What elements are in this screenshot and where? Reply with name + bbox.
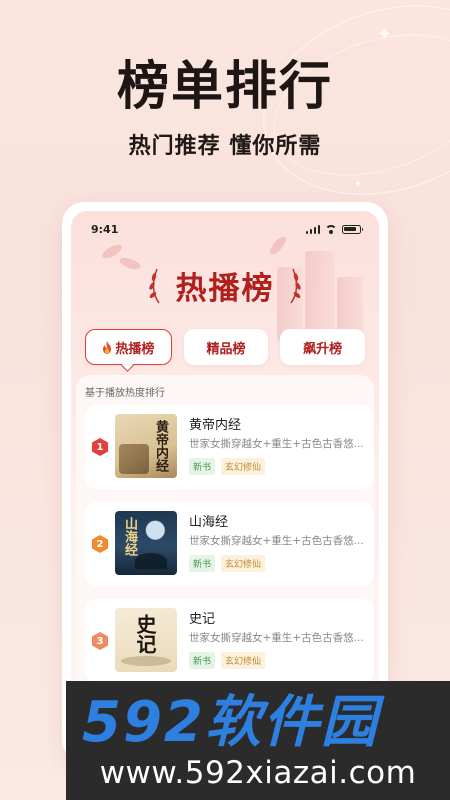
tag-genre: 玄幻修仙 [221, 458, 266, 475]
rank-badge: 3 [92, 632, 108, 650]
watermark-url: www.592xiazai.com [99, 755, 417, 791]
tag-new: 新书 [189, 652, 216, 669]
book-description: 世家女撕穿越女+重生+古色古香悠... [189, 535, 364, 547]
watermark-logo: 592软件园 [82, 693, 385, 749]
rank-badge: 1 [92, 438, 108, 456]
phone-mockup: 9:41 热播榜 热播榜 精品榜 飙升榜 基于播放热度排行 1 黄帝内经 黄帝内… [62, 202, 388, 762]
cover-title: 黄帝内经 [153, 420, 168, 472]
phone-screen: 9:41 热播榜 热播榜 精品榜 飙升榜 基于播放热度排行 1 黄帝内经 黄帝内… [71, 211, 379, 762]
book-cover[interactable]: 史记 [115, 608, 177, 672]
laurel-right-icon [290, 268, 301, 304]
tab-hot[interactable]: 热播榜 [85, 329, 172, 365]
tab-label: 飙升榜 [303, 341, 343, 357]
flame-icon [103, 340, 112, 354]
book-description: 世家女撕穿越女+重生+古色古香悠... [189, 438, 364, 450]
book-cover[interactable]: 黄帝内经 [115, 414, 177, 478]
battery-icon [342, 225, 363, 234]
hero-subtitle: 热门推荐 懂你所需 [128, 134, 322, 159]
banner-title: 热播榜 [175, 271, 275, 307]
status-bar: 9:41 [91, 223, 363, 239]
sparkle-icon: ✦ [376, 24, 392, 45]
status-time: 9:41 [91, 223, 119, 236]
tab-rising[interactable]: 飙升榜 [280, 329, 366, 365]
book-title: 史记 [189, 612, 216, 627]
tag-genre: 玄幻修仙 [221, 652, 266, 669]
book-cover[interactable]: 山海经 [115, 511, 177, 575]
rank-badge: 2 [92, 535, 108, 553]
hero-title: 榜单排行 [116, 57, 333, 117]
ranking-tabs: 热播榜 精品榜 飙升榜 [85, 329, 366, 365]
cover-title: 史记 [133, 614, 157, 654]
list-caption: 基于播放热度排行 [85, 388, 165, 399]
sparkle-icon: ✦ [353, 179, 362, 190]
tab-quality[interactable]: 精品榜 [183, 329, 269, 365]
cover-title: 山海经 [122, 517, 137, 556]
watermark-overlay: 592软件园 www.592xiazai.com [66, 681, 450, 800]
status-icons [305, 225, 363, 234]
tag-genre: 玄幻修仙 [221, 555, 266, 572]
signal-icon [305, 225, 320, 234]
book-title: 黄帝内经 [189, 418, 242, 433]
book-tags: 新书 玄幻修仙 [189, 555, 266, 572]
list-item[interactable]: 1 黄帝内经 黄帝内经 世家女撕穿越女+重生+古色古香悠... 新书 玄幻修仙 [85, 405, 374, 489]
book-description: 世家女撕穿越女+重生+古色古香悠... [189, 632, 364, 644]
book-tags: 新书 玄幻修仙 [189, 652, 266, 669]
list-item[interactable]: 2 山海经 山海经 世家女撕穿越女+重生+古色古香悠... 新书 玄幻修仙 [85, 502, 374, 586]
watermark-logo-text: 592软件园 [82, 693, 385, 749]
book-title: 山海经 [189, 515, 229, 530]
tab-label: 精品榜 [206, 341, 246, 357]
tag-new: 新书 [189, 458, 216, 475]
tag-new: 新书 [189, 555, 216, 572]
list-item[interactable]: 3 史记 史记 世家女撕穿越女+重生+古色古香悠... 新书 玄幻修仙 [85, 599, 374, 683]
tab-label: 热播榜 [115, 341, 155, 357]
book-tags: 新书 玄幻修仙 [189, 458, 266, 475]
wifi-icon [325, 225, 337, 234]
